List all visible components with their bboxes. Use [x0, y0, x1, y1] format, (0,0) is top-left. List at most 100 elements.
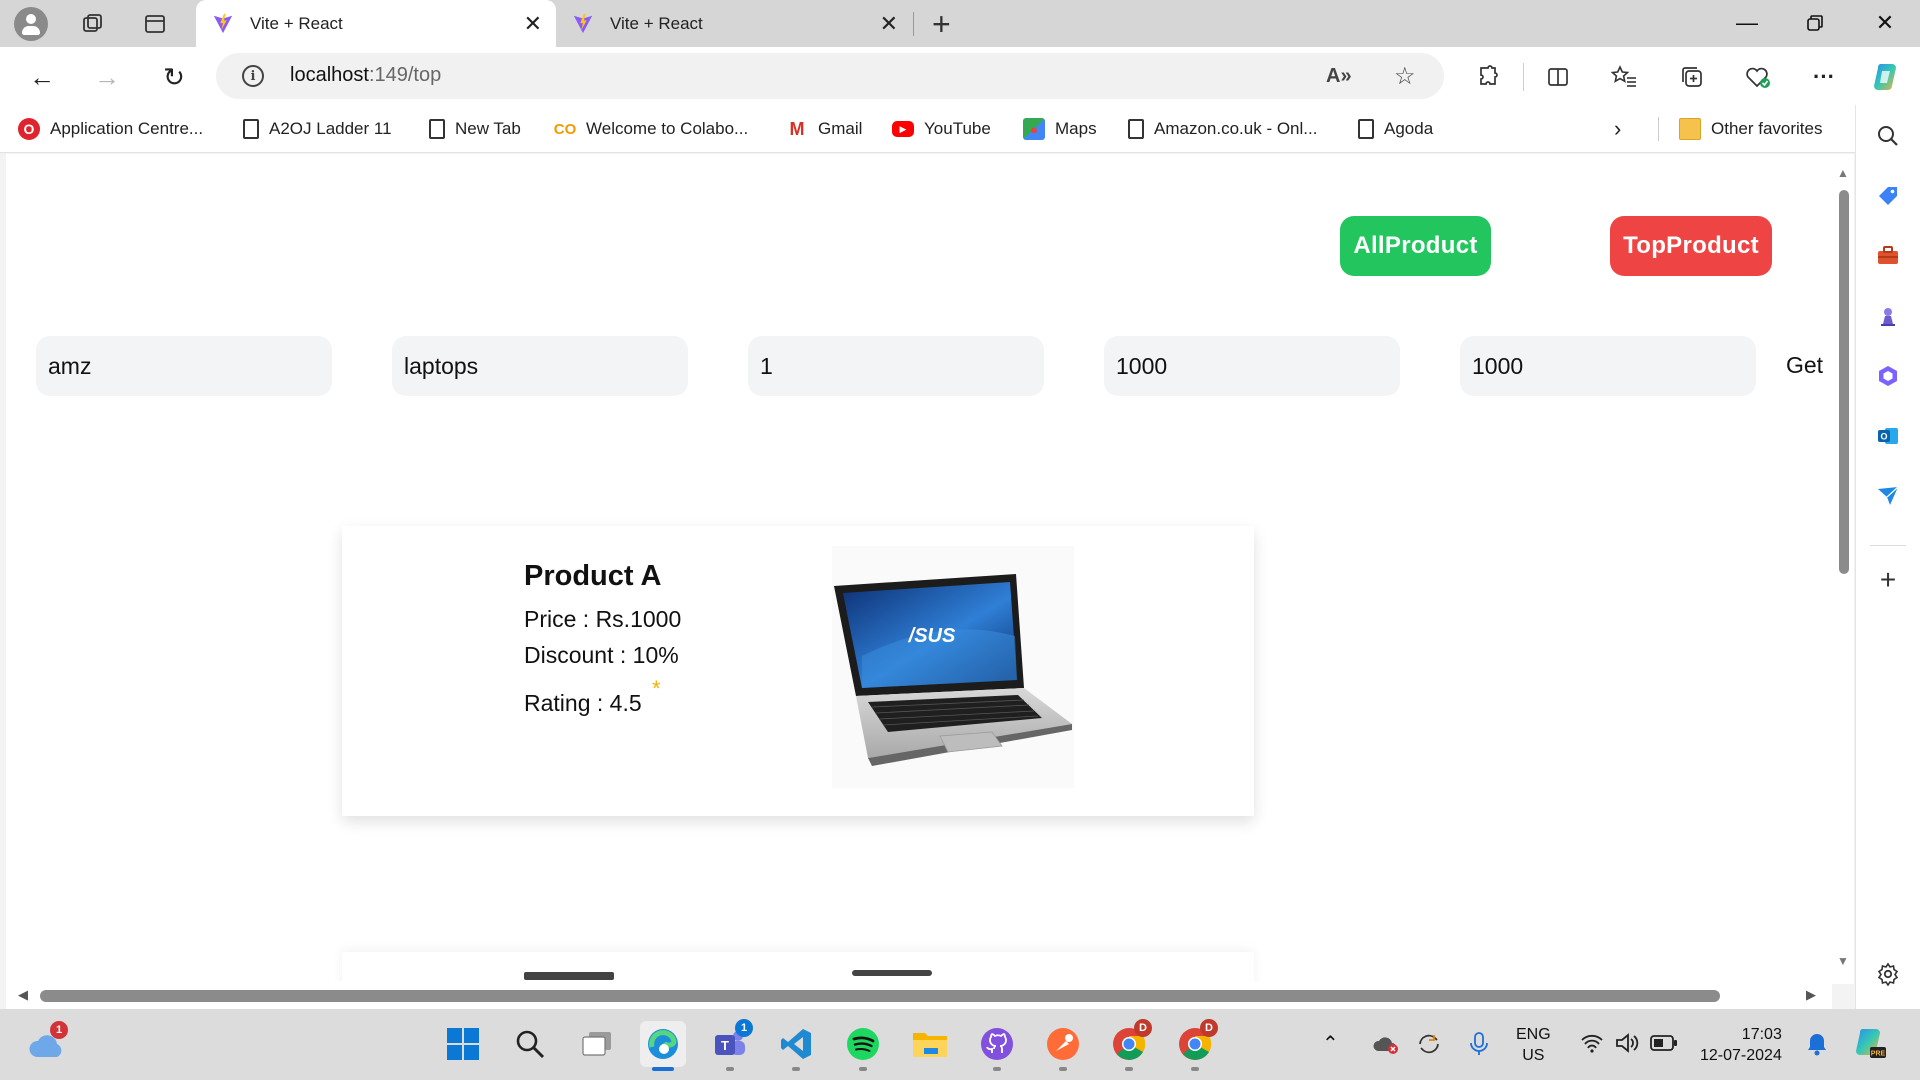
- close-tab-icon[interactable]: ✕: [880, 11, 898, 37]
- weather-badge: 1: [50, 1021, 68, 1039]
- company-input[interactable]: [36, 336, 332, 396]
- show-hidden-icons-chevron-icon[interactable]: ⌃: [1322, 1031, 1339, 1056]
- games-chess-icon[interactable]: [1873, 301, 1903, 331]
- vertical-scroll-thumb[interactable]: [1839, 190, 1849, 574]
- folder-icon: [1679, 118, 1701, 140]
- get-button[interactable]: Get: [1786, 352, 1823, 379]
- taskbar-spotify-icon[interactable]: [840, 1021, 886, 1071]
- wifi-icon[interactable]: [1580, 1033, 1604, 1058]
- microphone-icon[interactable]: [1468, 1031, 1490, 1062]
- scroll-down-icon[interactable]: ▼: [1837, 954, 1849, 968]
- teams-badge: 1: [735, 1019, 753, 1037]
- back-icon[interactable]: ←: [24, 59, 60, 95]
- vertical-scrollbar[interactable]: ▲ ▼: [1832, 154, 1854, 984]
- read-aloud-icon[interactable]: A»: [1326, 65, 1352, 88]
- battery-icon[interactable]: [1650, 1034, 1678, 1057]
- vite-icon: [213, 13, 233, 33]
- taskbar-teams-icon[interactable]: T 1: [707, 1019, 753, 1071]
- favorites-icon[interactable]: [1606, 59, 1642, 95]
- taskbar-chrome-icon[interactable]: D: [1106, 1019, 1152, 1071]
- task-view-icon[interactable]: [574, 1021, 620, 1067]
- all-product-button[interactable]: AllProduct: [1340, 216, 1491, 276]
- tab-title: Vite + React: [250, 13, 343, 33]
- split-screen-icon[interactable]: [1540, 59, 1576, 95]
- bookmark-amazon[interactable]: Amazon.co.uk - Onl...: [1128, 117, 1317, 141]
- svg-text:/SUS: /SUS: [908, 625, 956, 647]
- browser-essentials-icon[interactable]: [1740, 59, 1776, 95]
- bookmark-agoda[interactable]: Agoda: [1358, 117, 1433, 141]
- onedrive-error-icon[interactable]: [1372, 1033, 1400, 1060]
- bookmark-new-tab[interactable]: New Tab: [429, 117, 521, 141]
- taskbar-chrome-icon-2[interactable]: D: [1172, 1019, 1218, 1071]
- min-price-input[interactable]: [1104, 336, 1400, 396]
- collections-icon[interactable]: [1674, 59, 1710, 95]
- bookmark-gmail[interactable]: M Gmail: [786, 117, 863, 141]
- taskbar-vscode-icon[interactable]: [773, 1021, 819, 1071]
- shopping-tag-icon[interactable]: [1873, 181, 1903, 211]
- horizontal-scrollbar[interactable]: ◀ ▶: [6, 981, 1832, 1009]
- tab-title: Vite + React: [610, 13, 703, 33]
- bookmark-application-centre[interactable]: O Application Centre...: [18, 117, 203, 141]
- chrome-profile-badge-2: D: [1200, 1019, 1218, 1037]
- scroll-right-icon[interactable]: ▶: [1806, 987, 1816, 1003]
- start-windows-icon[interactable]: [440, 1021, 486, 1067]
- copilot-icon[interactable]: [1868, 59, 1904, 95]
- language-indicator[interactable]: ENG US: [1516, 1024, 1551, 1066]
- horizontal-scroll-thumb[interactable]: [40, 990, 1720, 1002]
- product-rating: Rating : 4.5: [524, 690, 642, 716]
- close-window-icon[interactable]: ✕: [1860, 6, 1910, 40]
- more-menu-icon[interactable]: ···: [1806, 59, 1842, 95]
- sidebar-divider: [1870, 545, 1906, 546]
- category-input[interactable]: [392, 336, 688, 396]
- search-icon[interactable]: [1873, 121, 1903, 151]
- product-card-partial: [342, 952, 1254, 984]
- volume-icon[interactable]: [1614, 1032, 1640, 1059]
- settings-gear-icon[interactable]: [1873, 959, 1903, 989]
- bookmark-maps[interactable]: ● Maps: [1023, 117, 1097, 141]
- workspaces-icon[interactable]: [78, 9, 108, 39]
- extensions-icon[interactable]: [1470, 59, 1506, 95]
- bookmark-colab[interactable]: CO Welcome to Colabo...: [554, 117, 748, 141]
- tab-vite-react-1[interactable]: Vite + React ✕: [196, 0, 556, 47]
- taskbar-search-icon[interactable]: [507, 1021, 553, 1067]
- send-paper-plane-icon[interactable]: [1873, 481, 1903, 511]
- tools-briefcase-icon[interactable]: [1873, 241, 1903, 271]
- profile-icon[interactable]: [14, 7, 48, 41]
- taskbar-postman-icon[interactable]: [1040, 1021, 1086, 1071]
- add-sidebar-app-icon[interactable]: +: [1873, 564, 1903, 595]
- bookmark-a2oj[interactable]: A2OJ Ladder 11: [243, 117, 392, 141]
- product-name-partial: [524, 972, 614, 980]
- clock[interactable]: 17:03 12-07-2024: [1700, 1024, 1782, 1066]
- scroll-up-icon[interactable]: ▲: [1837, 166, 1849, 180]
- bookmark-youtube[interactable]: ▶ YouTube: [892, 117, 991, 141]
- favorite-star-icon[interactable]: ☆: [1394, 62, 1416, 91]
- copilot-pre-icon[interactable]: PRE: [1852, 1025, 1888, 1066]
- top-count-input[interactable]: [748, 336, 1044, 396]
- close-tab-icon[interactable]: ✕: [524, 11, 542, 37]
- forward-icon[interactable]: →: [89, 59, 125, 95]
- notifications-bell-icon[interactable]: [1806, 1031, 1828, 1062]
- sync-icon[interactable]: [1416, 1031, 1442, 1062]
- scroll-left-icon[interactable]: ◀: [18, 987, 28, 1003]
- new-tab-icon[interactable]: +: [932, 6, 951, 43]
- outlook-icon[interactable]: O: [1873, 421, 1903, 451]
- top-product-button[interactable]: TopProduct: [1610, 216, 1772, 276]
- microsoft-365-icon[interactable]: [1873, 361, 1903, 391]
- site-info-icon[interactable]: i: [242, 65, 264, 87]
- taskbar-github-icon[interactable]: [974, 1021, 1020, 1071]
- url-text[interactable]: localhost:149/top: [290, 64, 441, 87]
- restore-icon[interactable]: [1790, 6, 1840, 40]
- address-bar[interactable]: i localhost:149/top A» ☆: [216, 53, 1444, 99]
- bookmark-other-favorites[interactable]: Other favorites: [1679, 117, 1823, 141]
- tab-actions-icon[interactable]: [140, 9, 170, 39]
- tab-vite-react-2[interactable]: Vite + React ✕: [556, 0, 912, 47]
- product-laptop-image: /SUS: [832, 546, 1074, 788]
- max-price-input[interactable]: [1460, 336, 1756, 396]
- taskbar-edge-icon[interactable]: [640, 1021, 686, 1071]
- opera-icon: O: [18, 118, 40, 140]
- refresh-icon[interactable]: ↻: [156, 59, 192, 95]
- weather-widget-icon[interactable]: 1: [24, 1021, 70, 1067]
- bookmarks-overflow-chevron-icon[interactable]: ›: [1614, 116, 1621, 141]
- minimize-icon[interactable]: —: [1722, 6, 1772, 40]
- taskbar-file-explorer-icon[interactable]: [907, 1021, 953, 1067]
